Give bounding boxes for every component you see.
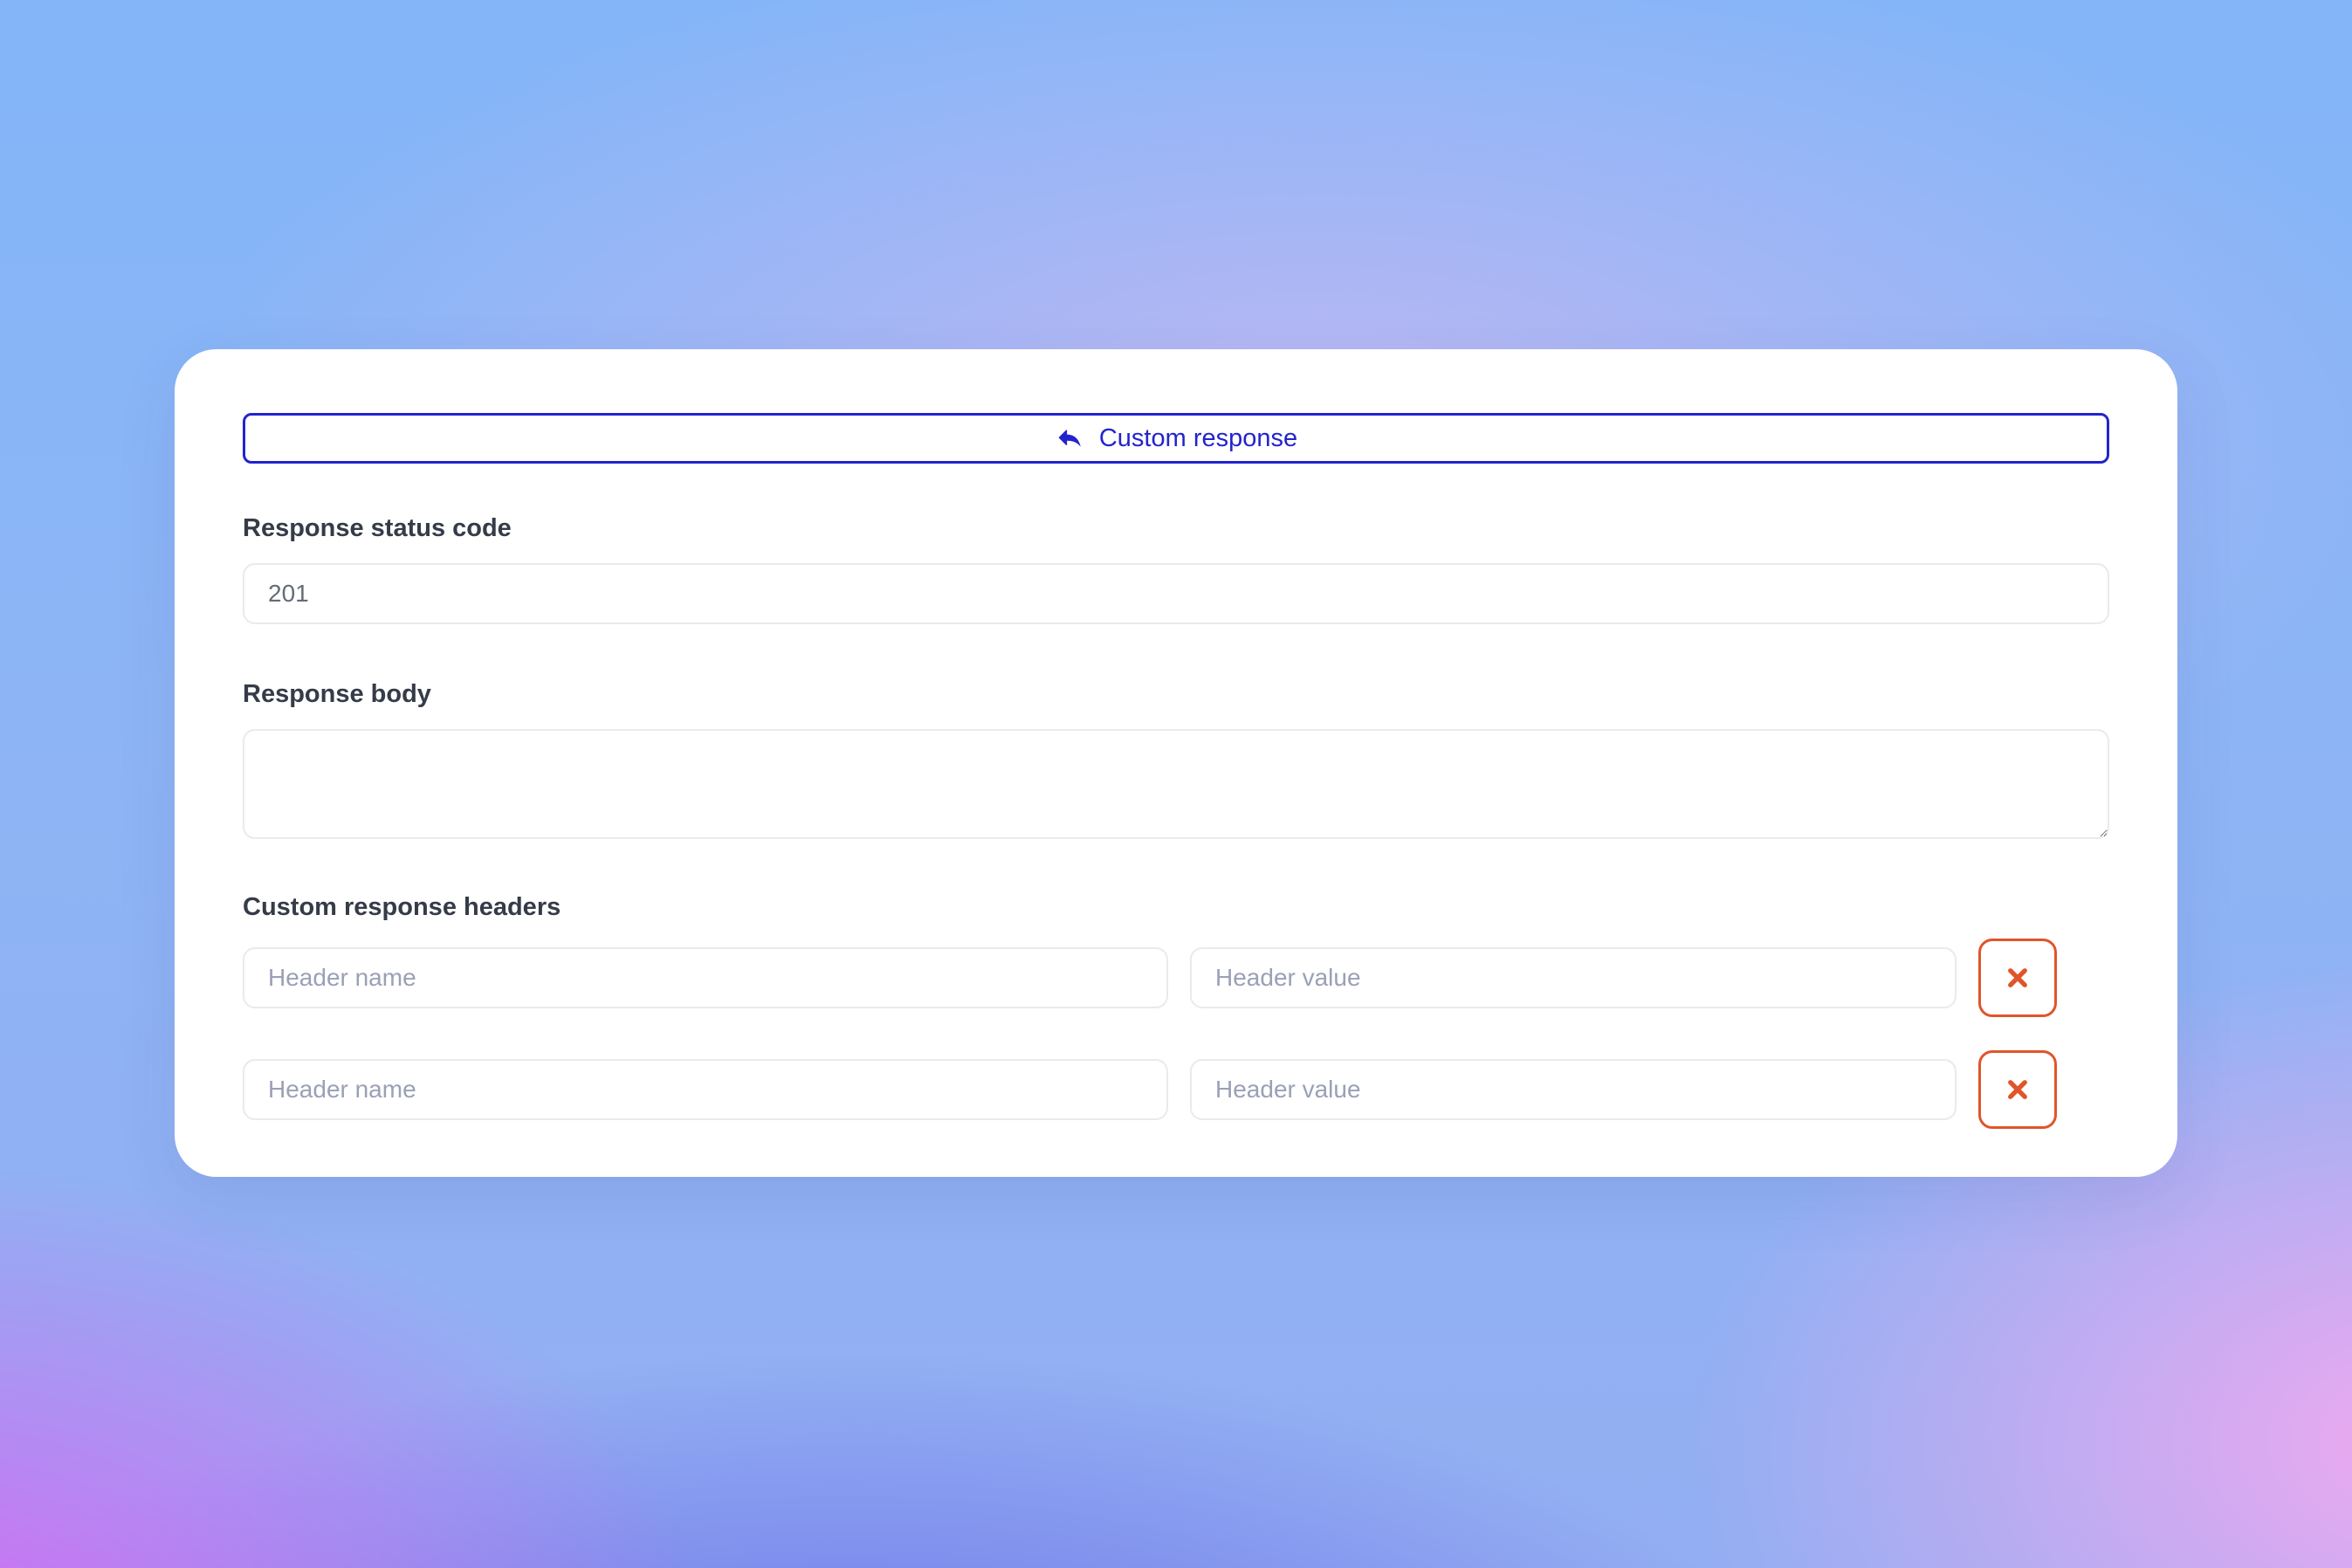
reply-icon xyxy=(1055,423,1084,453)
custom-response-button[interactable]: Custom response xyxy=(243,413,2109,464)
custom-headers-label: Custom response headers xyxy=(243,890,2109,925)
remove-header-button[interactable] xyxy=(1978,1050,2057,1129)
x-icon xyxy=(2001,1073,2034,1106)
remove-header-button[interactable] xyxy=(1978,939,2057,1017)
header-row xyxy=(243,1050,2109,1129)
custom-response-card: Custom response Response status code Res… xyxy=(175,349,2177,1177)
status-code-label: Response status code xyxy=(243,511,2109,546)
header-value-input[interactable] xyxy=(1190,947,1957,1008)
header-name-input[interactable] xyxy=(243,1059,1168,1120)
x-icon xyxy=(2001,961,2034,994)
custom-response-button-label: Custom response xyxy=(1099,424,1297,453)
header-value-input[interactable] xyxy=(1190,1059,1957,1120)
response-body-textarea[interactable] xyxy=(243,729,2109,839)
header-row xyxy=(243,939,2109,1017)
status-code-input[interactable] xyxy=(243,563,2109,624)
response-body-label: Response body xyxy=(243,677,2109,712)
header-name-input[interactable] xyxy=(243,947,1168,1008)
